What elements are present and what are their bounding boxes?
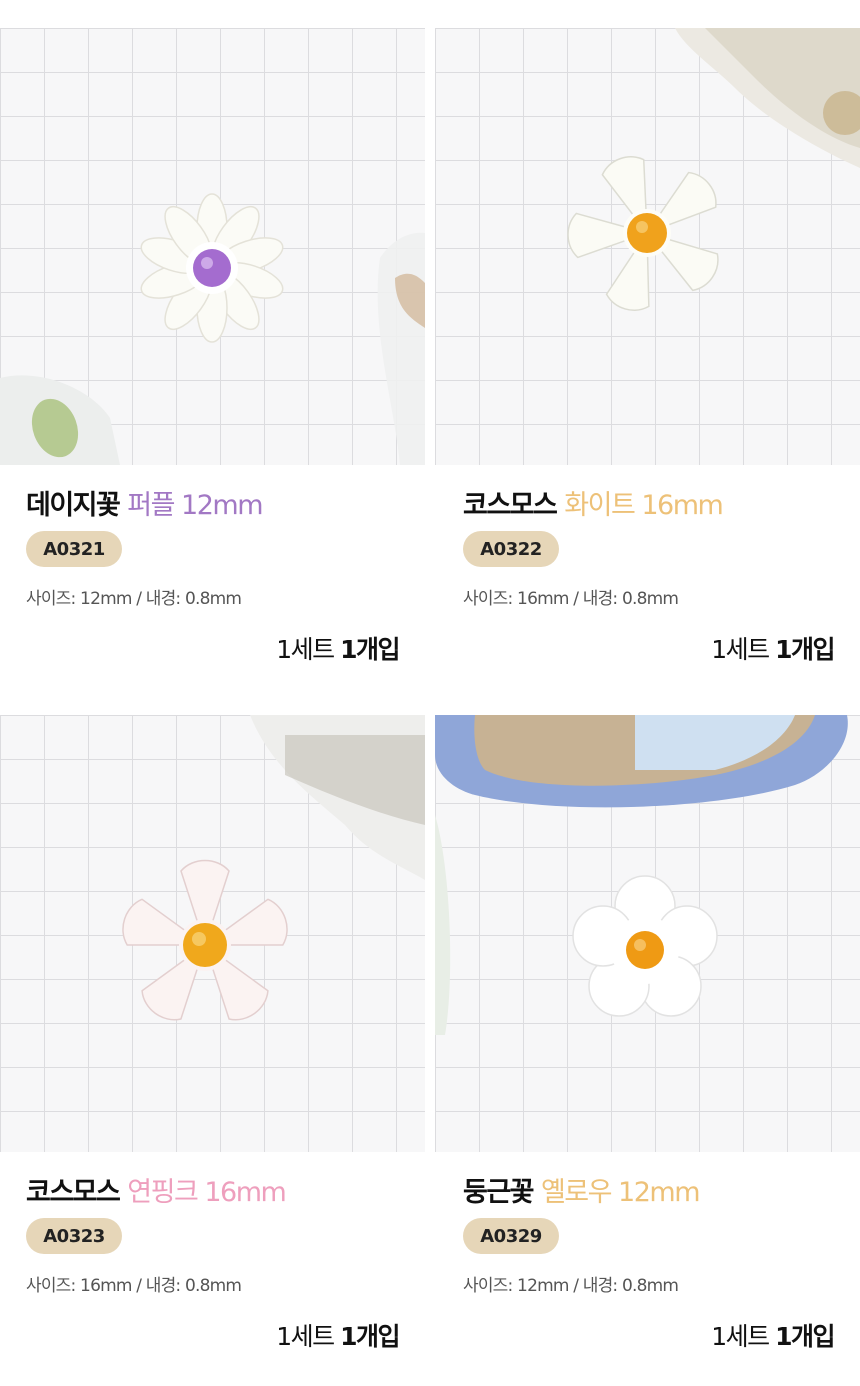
quantity-count: 1개입 [340,1322,400,1351]
product-title: 데이지꽃 퍼플 12mm [26,483,264,522]
product-photo[interactable] [435,715,860,1152]
quantity-unit: 1세트 [711,635,770,664]
product-spec: 사이즈: 16mm / 내경: 0.8mm [26,1276,242,1296]
product-quantity: 1세트 1개입 [276,630,400,666]
product-quantity: 1세트 1개입 [276,1317,400,1353]
product-variant: 옐로우 12mm [540,1177,701,1208]
quantity-count: 1개입 [775,635,835,664]
product-spec: 사이즈: 12mm / 내경: 0.8mm [26,589,242,609]
product-variant: 퍼플 12mm [127,490,263,521]
product-name: 둥근꽃 [463,1177,535,1208]
product-title: 코스모스 연핑크 16mm [26,1170,287,1209]
product-quantity: 1세트 1개입 [711,630,835,666]
product-code-badge: A0321 [26,531,122,567]
product-grid: 데이지꽃 퍼플 12mm A0321 사이즈: 12mm / 내경: 0.8mm… [0,0,860,1386]
product-photo[interactable] [435,28,860,465]
product-name: 코스모스 [463,490,558,521]
product-name: 코스모스 [26,1177,121,1208]
product-variant: 화이트 16mm [564,490,724,521]
round-flower-yellow-bead-icon [435,715,848,1035]
quantity-unit: 1세트 [276,635,335,664]
daisy-purple-bead-icon [0,193,425,465]
product-name: 데이지꽃 [26,490,121,521]
quantity-count: 1개입 [775,1322,835,1351]
product-card[interactable]: 코스모스 연핑크 16mm A0323 사이즈: 16mm / 내경: 0.8m… [0,715,425,1375]
product-photo[interactable] [0,715,425,1152]
product-card[interactable]: 둥근꽃 옐로우 12mm A0329 사이즈: 12mm / 내경: 0.8mm… [435,715,860,1375]
quantity-count: 1개입 [340,635,400,664]
product-spec: 사이즈: 12mm / 내경: 0.8mm [463,1276,679,1296]
cosmos-pink-bead-icon [122,715,425,1021]
product-variant: 연핑크 16mm [127,1177,287,1208]
quantity-unit: 1세트 [711,1322,770,1351]
quantity-unit: 1세트 [276,1322,335,1351]
product-card[interactable]: 데이지꽃 퍼플 12mm A0321 사이즈: 12mm / 내경: 0.8mm… [0,28,425,688]
product-code-badge: A0329 [463,1218,559,1254]
product-code-badge: A0323 [26,1218,122,1254]
product-title: 둥근꽃 옐로우 12mm [463,1170,701,1209]
product-spec: 사이즈: 16mm / 내경: 0.8mm [463,589,679,609]
product-quantity: 1세트 1개입 [711,1317,835,1353]
product-code-badge: A0322 [463,531,559,567]
cosmos-white-bead-icon [567,28,860,311]
product-title: 코스모스 화이트 16mm [463,483,724,522]
product-card[interactable]: 코스모스 화이트 16mm A0322 사이즈: 16mm / 내경: 0.8m… [435,28,860,688]
product-photo[interactable] [0,28,425,465]
